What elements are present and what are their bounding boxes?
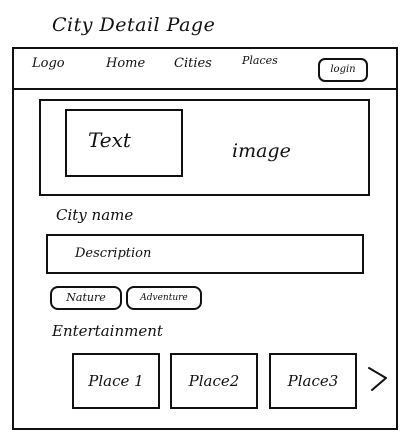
- nav-link-places[interactable]: Places: [242, 54, 278, 67]
- hero-image-placeholder: image: [232, 140, 291, 162]
- logo[interactable]: Logo: [32, 56, 65, 71]
- nav-link-home[interactable]: Home: [106, 56, 145, 71]
- tag-adventure[interactable]: Adventure: [126, 286, 202, 310]
- nav-link-cities[interactable]: Cities: [174, 56, 212, 71]
- place-card-3[interactable]: Place3: [269, 353, 357, 409]
- description-text: Description: [75, 246, 152, 261]
- login-button[interactable]: login: [318, 58, 368, 82]
- page-title: City Detail Page: [52, 14, 216, 36]
- place-card-2[interactable]: Place2: [170, 353, 258, 409]
- tag-nature[interactable]: Nature: [50, 286, 122, 310]
- place-card-1[interactable]: Place 1: [72, 353, 160, 409]
- entertainment-heading: Entertainment: [52, 322, 163, 340]
- navbar-divider: [12, 88, 398, 90]
- city-name: City name: [56, 206, 134, 224]
- hero-text: Text: [88, 128, 131, 152]
- chevron-right-icon[interactable]: [366, 366, 390, 392]
